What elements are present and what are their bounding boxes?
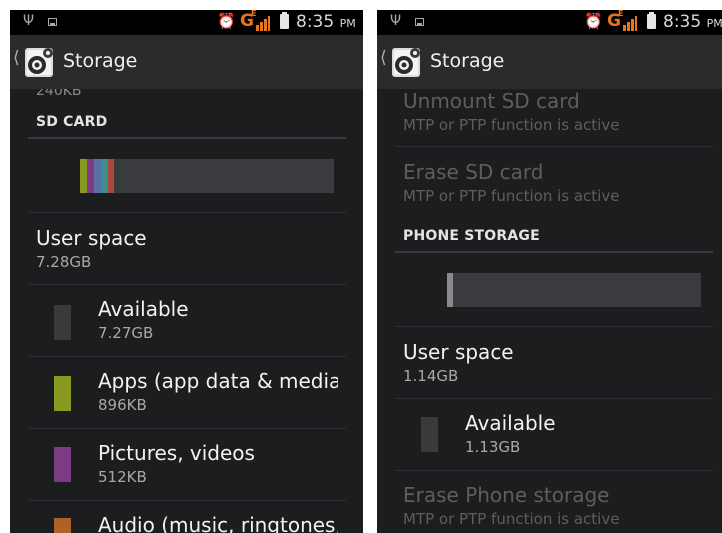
page-title: Storage: [430, 50, 505, 72]
audio-color-swatch: [54, 518, 71, 533]
signal-bars-icon: G E: [607, 10, 639, 32]
sd-card-header: SD CARD: [36, 114, 108, 130]
signal-bars-icon: G E: [240, 10, 272, 32]
action-bar: ⟨ Storage: [377, 35, 722, 89]
usb-icon: Ψ: [23, 13, 35, 29]
phone-storage-header: PHONE STORAGE: [403, 228, 540, 244]
action-bar: ⟨ Storage: [10, 35, 363, 89]
page-title: Storage: [63, 50, 138, 72]
pictures-videos-item[interactable]: Pictures, videos 512KB: [98, 441, 338, 487]
battery-icon: [647, 12, 656, 29]
phone-usage-bar: [447, 273, 701, 307]
storage-list: Unmount SD card MTP or PTP function is a…: [377, 89, 722, 533]
back-chevron-icon[interactable]: ⟨: [380, 48, 387, 68]
usb-icon: Ψ: [390, 13, 402, 29]
apps-item[interactable]: Apps (app data & media content) 896KB: [98, 369, 338, 415]
battery-icon: [280, 12, 289, 29]
available-item[interactable]: Available 1.13GB: [465, 411, 705, 457]
sd-usage-bar: [80, 159, 334, 193]
status-bar: Ψ ⏰ G E 8:35 PM: [377, 10, 722, 35]
header-divider: [395, 251, 713, 253]
settings-gear-icon[interactable]: [391, 45, 423, 79]
back-chevron-icon[interactable]: ⟨: [13, 48, 20, 68]
image-notification-icon: [415, 18, 424, 26]
image-notification-icon: [48, 18, 57, 26]
clock: 8:35 PM: [663, 12, 722, 32]
available-item[interactable]: Available 7.27GB: [98, 297, 338, 343]
cutoff-summary: 240KB: [36, 89, 82, 99]
erase-sd-card-item[interactable]: Erase SD card MTP or PTP function is act…: [403, 160, 713, 206]
alarm-clock-icon: ⏰: [217, 12, 236, 30]
available-color-swatch: [421, 417, 438, 452]
status-bar: Ψ ⏰ G E 8:35 PM: [10, 10, 363, 35]
user-space-item[interactable]: User space 1.14GB: [403, 340, 713, 386]
available-color-swatch: [54, 305, 71, 340]
apps-color-swatch: [54, 376, 71, 411]
unmount-sd-card-item[interactable]: Unmount SD card MTP or PTP function is a…: [403, 89, 713, 135]
audio-item[interactable]: Audio (music, ringtones, podcasts): [98, 513, 338, 533]
right-storage-screen: Ψ ⏰ G E 8:35 PM ⟨ Storage Unmount SD car…: [377, 10, 722, 533]
storage-list: 240KB SD CARD User space 7.28GB Availabl…: [10, 89, 363, 533]
alarm-clock-icon: ⏰: [584, 12, 603, 30]
user-space-item[interactable]: User space 7.28GB: [36, 226, 346, 272]
clock: 8:35 PM: [296, 12, 356, 32]
left-storage-screen: Ψ ⏰ G E 8:35 PM ⟨ Storage 240KB SD CARD: [10, 10, 363, 533]
header-divider: [28, 137, 346, 139]
erase-phone-storage-item[interactable]: Erase Phone storage MTP or PTP function …: [403, 483, 713, 529]
pictures-color-swatch: [54, 447, 71, 482]
settings-gear-icon[interactable]: [24, 45, 56, 79]
